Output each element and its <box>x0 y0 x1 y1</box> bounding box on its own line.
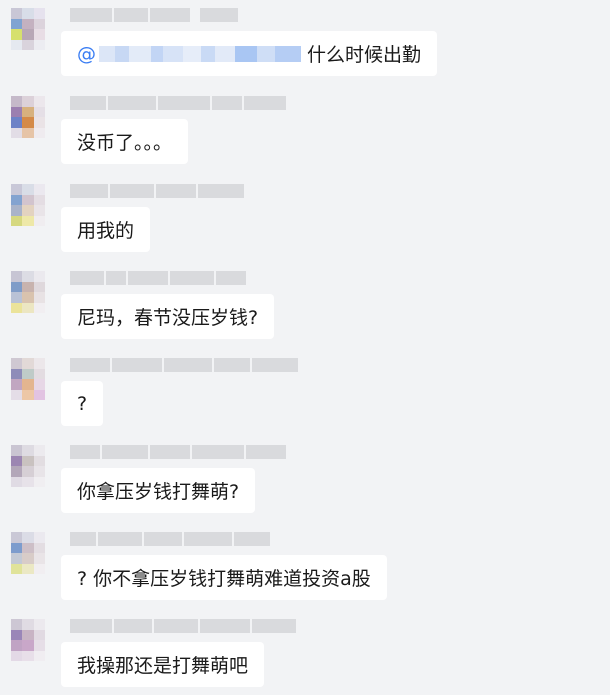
message-text: 你拿压岁钱打舞萌? <box>77 481 240 503</box>
mention-prefix: @ <box>77 42 96 65</box>
message-item: 用我的 <box>0 176 610 263</box>
message-bubble[interactable]: 用我的 <box>61 207 151 252</box>
message-item: 尼玛，春节没压岁钱? <box>0 263 610 350</box>
message-item: 没币了。。。 <box>0 88 610 175</box>
message-item: ? 你不拿压岁钱打舞萌难道投资a股 <box>0 524 610 611</box>
message-text: ? <box>77 392 88 415</box>
sender-name-redacted <box>70 532 270 546</box>
message-bubble[interactable]: 没币了。。。 <box>61 119 189 164</box>
sender-name-redacted <box>70 184 244 198</box>
avatar[interactable] <box>11 271 45 313</box>
message-item: ? <box>0 350 610 437</box>
message-text: 用我的 <box>77 220 135 242</box>
message-item: 你拿压岁钱打舞萌? <box>0 437 610 524</box>
avatar[interactable] <box>11 619 45 661</box>
sender-name-redacted <box>70 619 296 633</box>
mention[interactable]: @ <box>77 43 307 65</box>
message-item: 我操那还是打舞萌吧 <box>0 611 610 695</box>
message-bubble[interactable]: @ 什么时候出勤 <box>61 31 438 76</box>
message-text: 尼玛，春节没压岁钱? <box>77 307 259 329</box>
message-text: 什么时候出勤 <box>307 44 422 66</box>
message-bubble[interactable]: 你拿压岁钱打舞萌? <box>61 468 256 513</box>
message-bubble[interactable]: ? 你不拿压岁钱打舞萌难道投资a股 <box>61 555 387 600</box>
avatar[interactable] <box>11 445 45 487</box>
message-text: 我操那还是打舞萌吧 <box>77 655 249 677</box>
sender-name-redacted <box>70 358 298 372</box>
avatar[interactable] <box>11 96 45 138</box>
avatar[interactable] <box>11 358 45 400</box>
message-bubble[interactable]: ? <box>61 381 104 426</box>
avatar[interactable] <box>11 8 45 50</box>
sender-name-redacted <box>70 8 238 22</box>
mention-name-redacted <box>99 45 301 62</box>
avatar[interactable] <box>11 532 45 574</box>
message-bubble[interactable]: 我操那还是打舞萌吧 <box>61 642 265 687</box>
sender-name-redacted <box>70 445 286 459</box>
avatar[interactable] <box>11 184 45 226</box>
message-text: ? 你不拿压岁钱打舞萌难道投资a股 <box>77 568 371 590</box>
message-bubble[interactable]: 尼玛，春节没压岁钱? <box>61 294 275 339</box>
message-text: 没币了。。。 <box>77 132 173 154</box>
chat-message-list[interactable]: @ 什么时候出勤 没币了。。。 用我的 尼玛，春节没压岁钱? ? 你拿压岁钱打舞… <box>0 0 610 695</box>
message-item: @ 什么时候出勤 <box>0 0 610 87</box>
sender-name-redacted <box>70 271 246 285</box>
sender-name-redacted <box>70 96 286 110</box>
